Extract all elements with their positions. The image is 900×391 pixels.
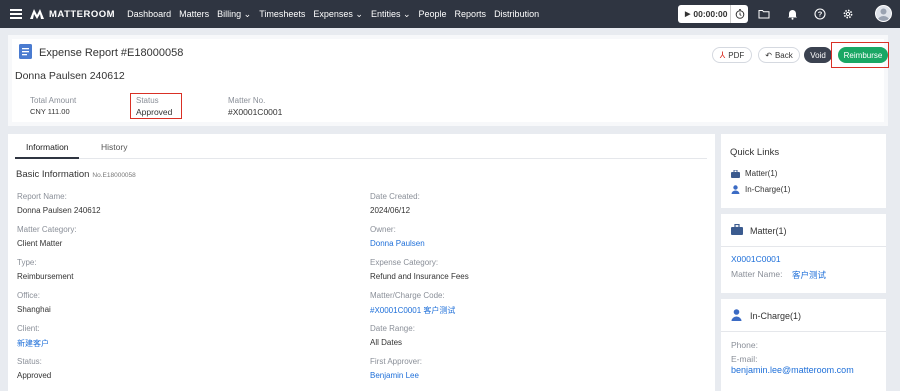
nav-menu: Dashboard Matters Billing ⌄ Timesheets E… (123, 9, 543, 20)
nav-item-people[interactable]: People (419, 9, 447, 20)
office-label: Office: (17, 291, 40, 300)
timer-widget[interactable]: ▶ 00:00:00 (678, 5, 748, 23)
type-value: Reimbursement (17, 272, 74, 281)
matter-panel-title: Matter(1) (750, 226, 787, 236)
status-field-label: Status: (17, 357, 42, 366)
menu-icon[interactable] (10, 9, 22, 19)
nav-item-dashboard[interactable]: Dashboard (127, 9, 171, 20)
bell-icon[interactable] (785, 7, 799, 21)
nav-item-billing[interactable]: Billing ⌄ (217, 9, 251, 20)
void-button-label: Void (810, 50, 826, 60)
back-button-label: Back (774, 50, 793, 60)
matteroom-logo-icon (30, 9, 44, 19)
status-highlight-box (130, 93, 182, 119)
nav-item-timesheets[interactable]: Timesheets (259, 9, 305, 20)
nav-item-matters[interactable]: Matters (179, 9, 209, 20)
person-icon (731, 185, 740, 194)
basic-info-title: Basic Information (16, 169, 90, 180)
top-navbar: MATTEROOM Dashboard Matters Billing ⌄ Ti… (0, 0, 900, 28)
back-arrow-icon: ↶ (765, 50, 772, 60)
void-button[interactable]: Void (804, 47, 832, 63)
user-avatar[interactable] (875, 5, 892, 22)
matter-category-value: Client Matter (17, 239, 63, 248)
active-tab-indicator (15, 157, 79, 159)
owner-link[interactable]: Donna Paulsen (370, 239, 425, 248)
nav-item-expenses[interactable]: Expenses ⌄ (313, 9, 363, 20)
tab-history[interactable]: History (101, 142, 127, 152)
email-label: E-mail: (731, 354, 758, 364)
matter-charge-code-link[interactable]: #X0001C0001 客户测试 (370, 305, 455, 316)
report-title: Expense Report #E18000058 (39, 47, 184, 59)
tab-information[interactable]: Information (26, 142, 69, 152)
date-created-label: Date Created: (370, 192, 420, 201)
brand-logo[interactable]: MATTEROOM (30, 9, 115, 20)
matter-no-label: Matter No. (228, 96, 266, 105)
date-range-value: All Dates (370, 338, 403, 347)
reimburse-highlight-box (831, 42, 889, 68)
matter-panel-header: Matter(1) (721, 214, 886, 247)
report-number: No.E18000058 (92, 172, 136, 179)
quick-link-incharge[interactable]: In-Charge(1) (731, 185, 790, 194)
quick-link-matter-label: Matter(1) (745, 169, 778, 178)
total-amount-value: CNY 111.00 (30, 107, 70, 116)
status-field-value: Approved (17, 371, 52, 380)
type-label: Type: (17, 258, 37, 267)
quick-link-incharge-label: In-Charge(1) (745, 185, 791, 194)
nav-item-reports[interactable]: Reports (455, 9, 487, 20)
pdf-icon: ⅄ (719, 49, 726, 60)
pdf-button[interactable]: ⅄ PDF (712, 47, 752, 63)
matter-name-link[interactable]: 客户测试 (792, 269, 826, 281)
report-header-card: Expense Report #E18000058 Donna Paulsen … (8, 35, 889, 126)
quick-links-panel: Quick Links Matter(1) In-Charge(1) (721, 134, 886, 208)
brand-name: MATTEROOM (49, 8, 116, 20)
briefcase-icon (731, 169, 740, 178)
back-button[interactable]: ↶ Back (758, 47, 800, 63)
total-amount-label: Total Amount (30, 96, 77, 105)
report-header-inner: Expense Report #E18000058 Donna Paulsen … (12, 39, 889, 122)
stopwatch-icon[interactable] (730, 5, 748, 23)
matter-category-label: Matter Category: (17, 225, 77, 234)
matter-code-link[interactable]: X0001C0001 (731, 254, 781, 264)
play-icon[interactable]: ▶ (685, 10, 690, 18)
folder-icon[interactable] (757, 7, 771, 21)
tab-bar: Information History (15, 134, 707, 159)
matter-charge-code-label: Matter/Charge Code: (370, 291, 445, 300)
matter-panel: Matter(1) X0001C0001 Matter Name: 客户测试 (721, 214, 886, 293)
report-name-label: Report Name: (17, 192, 67, 201)
quick-links-title: Quick Links (730, 147, 780, 158)
owner-label: Owner: (370, 225, 396, 234)
timer-value: 00:00:00 (693, 9, 728, 19)
date-created-value: 2024/06/12 (370, 206, 411, 215)
incharge-panel: In-Charge(1) Phone: E-mail: benjamin.lee… (721, 299, 886, 391)
first-approver-link[interactable]: Benjamin Lee (370, 371, 419, 380)
incharge-panel-header: In-Charge(1) (721, 299, 886, 332)
quick-link-matter[interactable]: Matter(1) (731, 169, 777, 178)
phone-label: Phone: (731, 340, 758, 350)
date-range-label: Date Range: (370, 324, 415, 333)
svg-text:?: ? (818, 10, 823, 19)
pdf-button-label: PDF (728, 50, 745, 60)
person-icon (731, 309, 742, 321)
briefcase-icon (731, 224, 743, 235)
expense-report-icon (19, 44, 32, 59)
matter-no-value: #X0001C0001 (228, 107, 283, 117)
expense-category-label: Expense Category: (370, 258, 439, 267)
gear-icon[interactable] (841, 7, 855, 21)
information-card: Information History Basic Information No.… (8, 134, 715, 391)
matter-name-label: Matter Name: (731, 269, 783, 279)
email-link[interactable]: benjamin.lee@matteroom.com (731, 365, 854, 375)
report-name-value: Donna Paulsen 240612 (17, 206, 101, 215)
incharge-panel-title: In-Charge(1) (750, 311, 802, 321)
office-value: Shanghai (17, 305, 51, 314)
basic-info-heading: Basic Information No.E18000058 (16, 169, 136, 180)
nav-item-entities[interactable]: Entities ⌄ (371, 9, 411, 20)
nav-item-distribution[interactable]: Distribution (494, 9, 539, 20)
report-name: Donna Paulsen 240612 (15, 70, 125, 82)
client-link[interactable]: 新建客户 (17, 338, 49, 349)
expense-category-value: Refund and Insurance Fees (370, 272, 469, 281)
first-approver-label: First Approver: (370, 357, 423, 366)
client-label: Client: (17, 324, 40, 333)
help-icon[interactable]: ? (813, 7, 827, 21)
